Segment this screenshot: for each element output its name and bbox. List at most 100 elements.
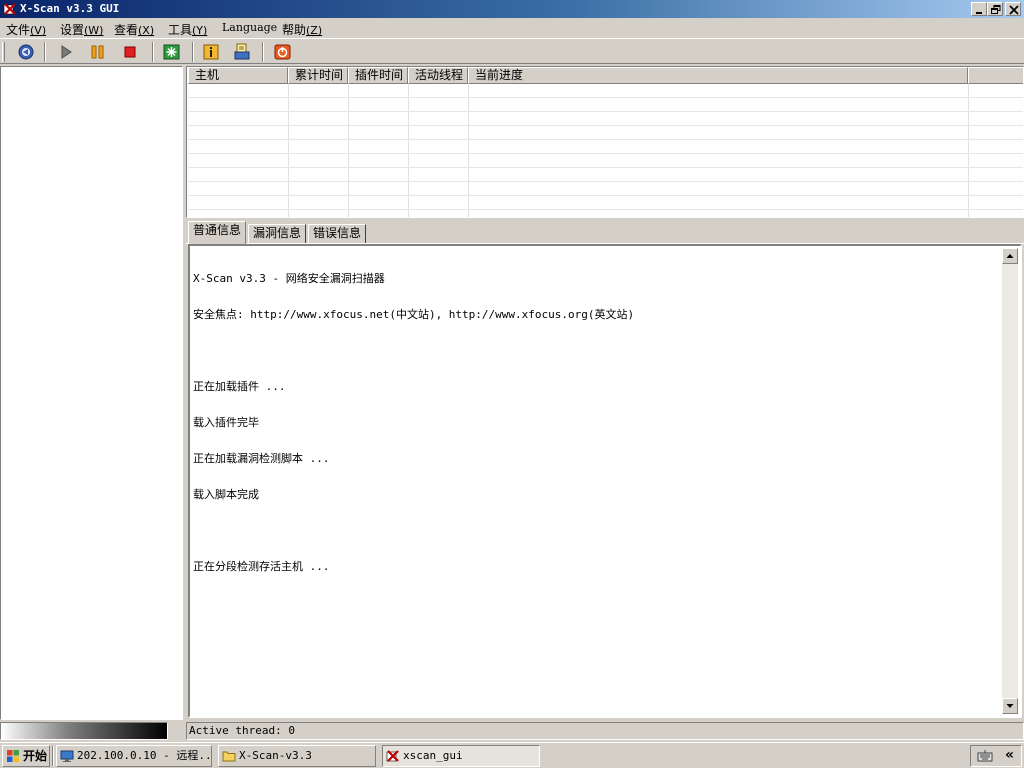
grid-line: [188, 209, 1023, 210]
log-text[interactable]: X-Scan v3.3 - 网络安全漏洞扫描器 安全焦点: http://www…: [193, 249, 998, 597]
menu-view-hotkey: (X): [138, 24, 155, 37]
menu-settings-label: 设置: [60, 23, 85, 37]
column-header-total-time[interactable]: 累计时间: [288, 67, 348, 84]
tab-general-info[interactable]: 普通信息: [188, 221, 247, 244]
toolbar-separator: [192, 42, 194, 62]
menu-file-label: 文件: [6, 23, 31, 37]
host-table[interactable]: 主机 累计时间 插件时间 活动线程 当前进度: [186, 66, 1024, 218]
plugin-button[interactable]: [162, 43, 182, 61]
grid-line: [188, 111, 1023, 112]
menu-settings-hotkey: (W): [84, 24, 104, 37]
menu-tools[interactable]: 工具(Y): [168, 21, 207, 38]
task-label: X-Scan-v3.3: [239, 749, 312, 762]
toolbar-grip[interactable]: [2, 42, 5, 62]
tab-error-info[interactable]: 错误信息: [308, 224, 367, 243]
scan-progress-bar: [0, 722, 168, 740]
column-header-filler: [968, 67, 1023, 84]
exit-button[interactable]: [273, 43, 293, 61]
toolbar: [0, 38, 1024, 64]
tray-expand-chevron[interactable]: «: [1005, 747, 1014, 763]
menu-view[interactable]: 查看(X): [114, 21, 154, 38]
log-line: 正在加载漏洞检测脚本 ...: [193, 452, 330, 465]
plugin-icon: [163, 44, 180, 60]
xscan-app-icon: [386, 750, 399, 762]
restore-icon: [991, 5, 1001, 14]
menu-tools-hotkey: (Y): [192, 24, 208, 37]
column-header-plugin-time[interactable]: 插件时间: [348, 67, 408, 84]
app-icon: [3, 3, 16, 15]
connect-button[interactable]: [16, 43, 36, 61]
column-header-host[interactable]: 主机: [188, 67, 288, 84]
task-folder-xscan[interactable]: X-Scan-v3.3: [218, 745, 376, 767]
taskbar: 开始 202.100.0.10 - 远程... X-Scan-v3.3 xsca…: [0, 742, 1024, 768]
menu-settings[interactable]: 设置(W): [60, 21, 103, 38]
minimize-button[interactable]: [971, 2, 987, 16]
grid-line: [188, 181, 1023, 182]
grid-line: [188, 139, 1023, 140]
close-icon: [1009, 5, 1019, 15]
host-tree-panel[interactable]: [0, 66, 183, 720]
log-panel[interactable]: X-Scan v3.3 - 网络安全漏洞扫描器 安全焦点: http://www…: [188, 244, 1022, 718]
window-title: X-Scan v3.3 GUI: [20, 2, 120, 15]
start-icon: [61, 45, 72, 59]
grid-line: [408, 84, 409, 217]
pause-icon: [91, 45, 104, 59]
menu-help[interactable]: 帮助(Z): [282, 21, 322, 38]
log-line: 正在加载插件 ...: [193, 380, 286, 393]
menu-language[interactable]: Language: [222, 21, 277, 34]
scroll-up-button[interactable]: [1002, 248, 1018, 264]
task-remote-desktop[interactable]: 202.100.0.10 - 远程...: [56, 745, 212, 767]
log-scrollbar[interactable]: [1002, 248, 1018, 714]
connect-icon: [18, 44, 34, 60]
grid-line: [288, 84, 289, 217]
taskbar-separator: [52, 746, 54, 766]
grid-line: [468, 84, 469, 217]
menu-help-hotkey: (Z): [306, 24, 323, 37]
arrow-down-icon: [1006, 704, 1014, 708]
info-button[interactable]: [201, 43, 221, 61]
log-line: 载入插件完毕: [193, 416, 259, 429]
close-button[interactable]: [1005, 2, 1021, 16]
scroll-down-button[interactable]: [1002, 698, 1018, 714]
log-line: X-Scan v3.3 - 网络安全漏洞扫描器: [193, 272, 385, 285]
menu-tools-label: 工具: [168, 23, 193, 37]
title-bar[interactable]: X-Scan v3.3 GUI: [0, 0, 1024, 18]
tab-vulnerability-info[interactable]: 漏洞信息: [248, 224, 307, 243]
grid-line: [188, 195, 1023, 196]
log-line: 载入脚本完成: [193, 488, 259, 501]
start-button[interactable]: [56, 43, 76, 61]
menu-help-label: 帮助: [282, 23, 307, 37]
status-text: Active thread: 0: [186, 722, 1024, 740]
exit-icon: [274, 44, 291, 60]
keyboard-icon[interactable]: [977, 749, 993, 763]
report-button[interactable]: [232, 43, 252, 61]
menu-file[interactable]: 文件(V): [6, 21, 46, 38]
task-label: xscan_gui: [403, 749, 463, 762]
folder-icon: [222, 751, 236, 762]
start-button[interactable]: 开始: [2, 745, 50, 767]
pause-button[interactable]: [88, 43, 108, 61]
restore-button[interactable]: [987, 2, 1003, 16]
grid-line: [968, 84, 969, 217]
grid-line: [188, 167, 1023, 168]
grid-line: [348, 84, 349, 217]
menu-bar: 文件(V) 设置(W) 查看(X) 工具(Y) Language 帮助(Z): [0, 18, 1024, 38]
stop-icon: [124, 46, 136, 58]
minimize-icon: [976, 12, 982, 14]
toolbar-separator: [44, 42, 46, 62]
menu-language-label: Language: [222, 21, 278, 34]
column-header-progress[interactable]: 当前进度: [468, 67, 968, 84]
report-icon: [234, 43, 250, 60]
stop-button[interactable]: [120, 43, 140, 61]
grid-line: [188, 153, 1023, 154]
task-label: 202.100.0.10 - 远程...: [77, 749, 212, 762]
grid-line: [188, 125, 1023, 126]
system-tray: «: [970, 745, 1022, 767]
column-header-active-threads[interactable]: 活动线程: [408, 67, 468, 84]
task-xscan-gui[interactable]: xscan_gui: [382, 745, 540, 767]
menu-view-label: 查看: [114, 23, 139, 37]
log-line: 正在分段检测存活主机 ...: [193, 560, 330, 573]
arrow-up-icon: [1006, 254, 1014, 258]
